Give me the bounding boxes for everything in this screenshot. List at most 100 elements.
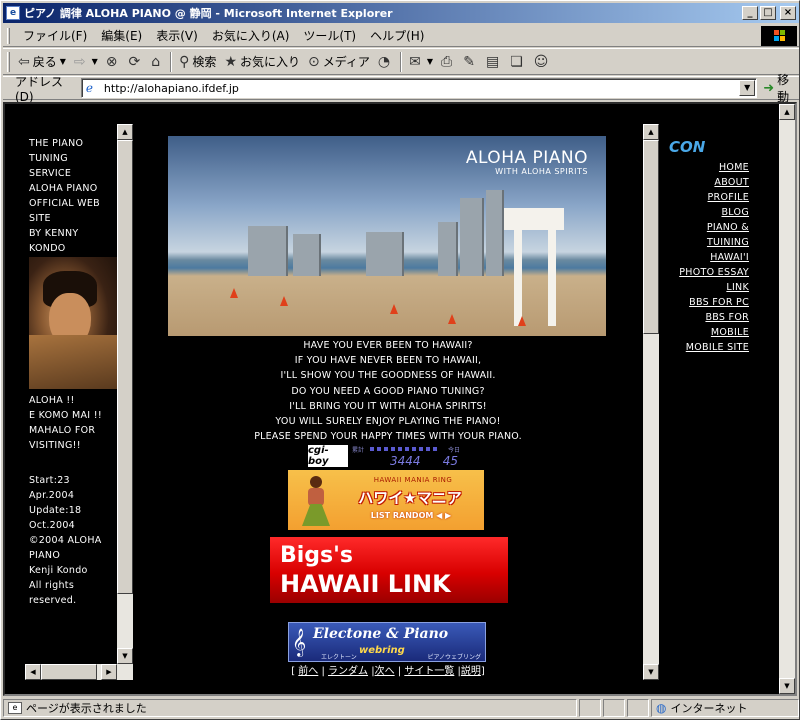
electone-sub: webring (359, 645, 405, 656)
webring-list-link[interactable]: サイト一覧 (404, 666, 454, 677)
menu-help[interactable]: ヘルプ(H) (363, 27, 431, 44)
scroll-down-icon[interactable]: ▼ (779, 678, 795, 694)
footer-line: Update:18 (29, 505, 82, 516)
main-frame: ALOHA PIANO WITH ALOHA SPIRITS HAVE YOU … (165, 134, 606, 694)
profile-photo (29, 257, 117, 389)
hawaii-mania-nav[interactable]: LIST RANDOM ◀ ▶ (344, 510, 478, 522)
counter-today: 45 (442, 454, 458, 468)
lifeguard-tower-leg (548, 230, 556, 326)
hawaii-mania-ring-banner[interactable]: HAWAII MANIA RING ハワイ★マニア LIST RANDOM ◀ … (288, 470, 484, 530)
cgi-boy-badge[interactable]: cgi-boy (308, 445, 348, 467)
address-input[interactable]: ℯ http://alohapiano.ifdef.jp ▼ (80, 78, 758, 98)
bigs-hawaii-link-banner[interactable]: Bigs's HAWAII LINK (270, 537, 508, 603)
media-button[interactable]: ⊙ メディア (304, 51, 374, 73)
menu-bar: ファイル(F) 編集(E) 表示(V) お気に入り(A) ツール(T) ヘルプ(… (3, 25, 799, 47)
page-vertical-scrollbar[interactable]: ▲ ▼ (779, 104, 795, 694)
left-frame-horizontal-scrollbar[interactable]: ◀ ▶ (25, 664, 133, 680)
stop-button[interactable]: ⊗ (102, 51, 125, 73)
scroll-thumb[interactable] (117, 140, 133, 594)
nav-link-about[interactable]: ABOUT (665, 175, 749, 190)
status-bar: e ページが表示されました ◍ インターネット (3, 698, 799, 718)
greeting-line: VISITING!! (29, 440, 81, 451)
nav-link-blog[interactable]: BLOG (665, 205, 749, 220)
home-icon: ⌂ (151, 53, 161, 70)
research-button[interactable]: ❏ (506, 51, 530, 73)
webring-random-link[interactable]: ランダム (328, 666, 368, 677)
mail-dropdown-icon[interactable]: ▼ (427, 57, 433, 66)
electone-piano-webring-banner[interactable]: 𝄞 Electone & Piano webring エレクトーン ピアノウェブ… (288, 622, 486, 662)
maximize-button[interactable]: □ (760, 6, 776, 20)
forward-dropdown-icon[interactable]: ▼ (92, 57, 98, 66)
go-arrow-icon: ➜ (763, 80, 775, 96)
nav-link-photo-essay[interactable]: PHOTO ESSAY (665, 265, 749, 280)
hero-building (248, 226, 288, 276)
treble-clef-icon: 𝄞 (292, 628, 307, 656)
traffic-cone (280, 296, 288, 306)
back-dropdown-icon[interactable]: ▼ (60, 57, 66, 66)
nav-link-home[interactable]: HOME (665, 160, 749, 175)
scroll-down-icon[interactable]: ▼ (643, 664, 659, 680)
menu-tools[interactable]: ツール(T) (296, 27, 363, 44)
toolbar-grip[interactable] (7, 51, 10, 72)
nav-link-bbs-mobile[interactable]: BBS FOR (665, 310, 749, 325)
discuss-button[interactable]: ▤ (482, 51, 506, 73)
menu-grip[interactable] (7, 27, 10, 44)
main-frame-vertical-scrollbar[interactable]: ▲ ▼ (643, 124, 659, 680)
webring-prev-link[interactable]: 前へ (298, 666, 318, 677)
webring-next-link[interactable]: 次へ (375, 666, 395, 677)
go-label: 移動 (777, 73, 790, 104)
media-label: メディア (322, 55, 370, 69)
close-button[interactable]: × (780, 6, 796, 20)
refresh-button[interactable]: ⟳ (125, 51, 148, 73)
edit-button[interactable]: ✎ (459, 51, 482, 73)
scroll-down-icon[interactable]: ▼ (117, 648, 133, 664)
address-dropdown-icon[interactable]: ▼ (739, 80, 756, 96)
menu-view[interactable]: 表示(V) (149, 27, 205, 44)
print-button[interactable]: ⎙ (437, 51, 459, 73)
webring-about-link[interactable]: 説明 (461, 666, 481, 677)
nav-link-hawaii[interactable]: HAWAI'I (665, 250, 749, 265)
menu-edit[interactable]: 編集(E) (94, 27, 149, 44)
history-button[interactable]: ◔ (374, 51, 397, 73)
nav-link-mobile-site[interactable]: MOBILE SITE (665, 340, 749, 355)
home-button[interactable]: ⌂ (147, 51, 167, 73)
back-button[interactable]: ⇦ 戻る ▼ (14, 51, 70, 73)
intro-line: HAVE YOU EVER BEEN TO HAWAII? (303, 340, 473, 351)
window-title: ピアノ 調律 ALOHA PIANO @ 静岡 - Microsoft Inte… (24, 7, 393, 20)
title-bar[interactable]: e ピアノ 調律 ALOHA PIANO @ 静岡 - Microsoft In… (3, 3, 799, 23)
footer-line: Kenji Kondo (29, 565, 88, 576)
scroll-right-icon[interactable]: ▶ (101, 664, 117, 680)
scroll-up-icon[interactable]: ▲ (117, 124, 133, 140)
scroll-left-icon[interactable]: ◀ (25, 664, 41, 680)
scroll-thumb[interactable] (643, 140, 659, 334)
menu-file[interactable]: ファイル(F) (16, 27, 94, 44)
address-url[interactable]: http://alohapiano.ifdef.jp (104, 82, 239, 95)
search-label: 検索 (192, 55, 217, 69)
history-icon: ◔ (377, 53, 391, 70)
nav-link-link[interactable]: LINK (665, 280, 749, 295)
scroll-up-icon[interactable]: ▲ (643, 124, 659, 140)
nav-link-bbs-mobile-2[interactable]: MOBILE (665, 325, 749, 340)
forward-button[interactable]: ⇨ ▼ (70, 51, 102, 73)
counter-total: 3444 (390, 454, 421, 468)
nav-link-bbs-pc[interactable]: BBS FOR PC (665, 295, 749, 310)
mail-button[interactable]: ✉ ▼ (405, 51, 437, 73)
nav-link-piano-tuning[interactable]: PIANO & (665, 220, 749, 235)
menu-favorites[interactable]: お気に入り(A) (205, 27, 297, 44)
hero-image: ALOHA PIANO WITH ALOHA SPIRITS (168, 136, 606, 336)
scroll-thumb-horizontal[interactable] (41, 664, 97, 680)
nav-link-piano-tuning-2[interactable]: TUINING (665, 235, 749, 250)
toolbar-separator-2 (400, 51, 403, 72)
messenger-button[interactable]: ☺ (530, 51, 556, 73)
intro-line: DO YOU NEED A GOOD PIANO TUNING? (291, 385, 485, 397)
address-bar: アドレス(D) ℯ http://alohapiano.ifdef.jp ▼ ➜… (3, 73, 799, 104)
minimize-button[interactable]: _ (742, 6, 758, 20)
page-viewport[interactable]: THE PIANO TUNING SERVICE ALOHA PIANO OFF… (3, 102, 797, 696)
ie-page-icon: ℯ (85, 81, 94, 95)
go-button[interactable]: ➜ 移動 (763, 71, 799, 105)
scroll-up-icon[interactable]: ▲ (779, 104, 795, 120)
search-button[interactable]: ⚲ 検索 (175, 51, 220, 73)
left-frame-vertical-scrollbar[interactable]: ▲ ▼ (117, 124, 133, 664)
favorites-button[interactable]: ★ お気に入り (220, 51, 304, 73)
nav-link-profile[interactable]: PROFILE (665, 190, 749, 205)
